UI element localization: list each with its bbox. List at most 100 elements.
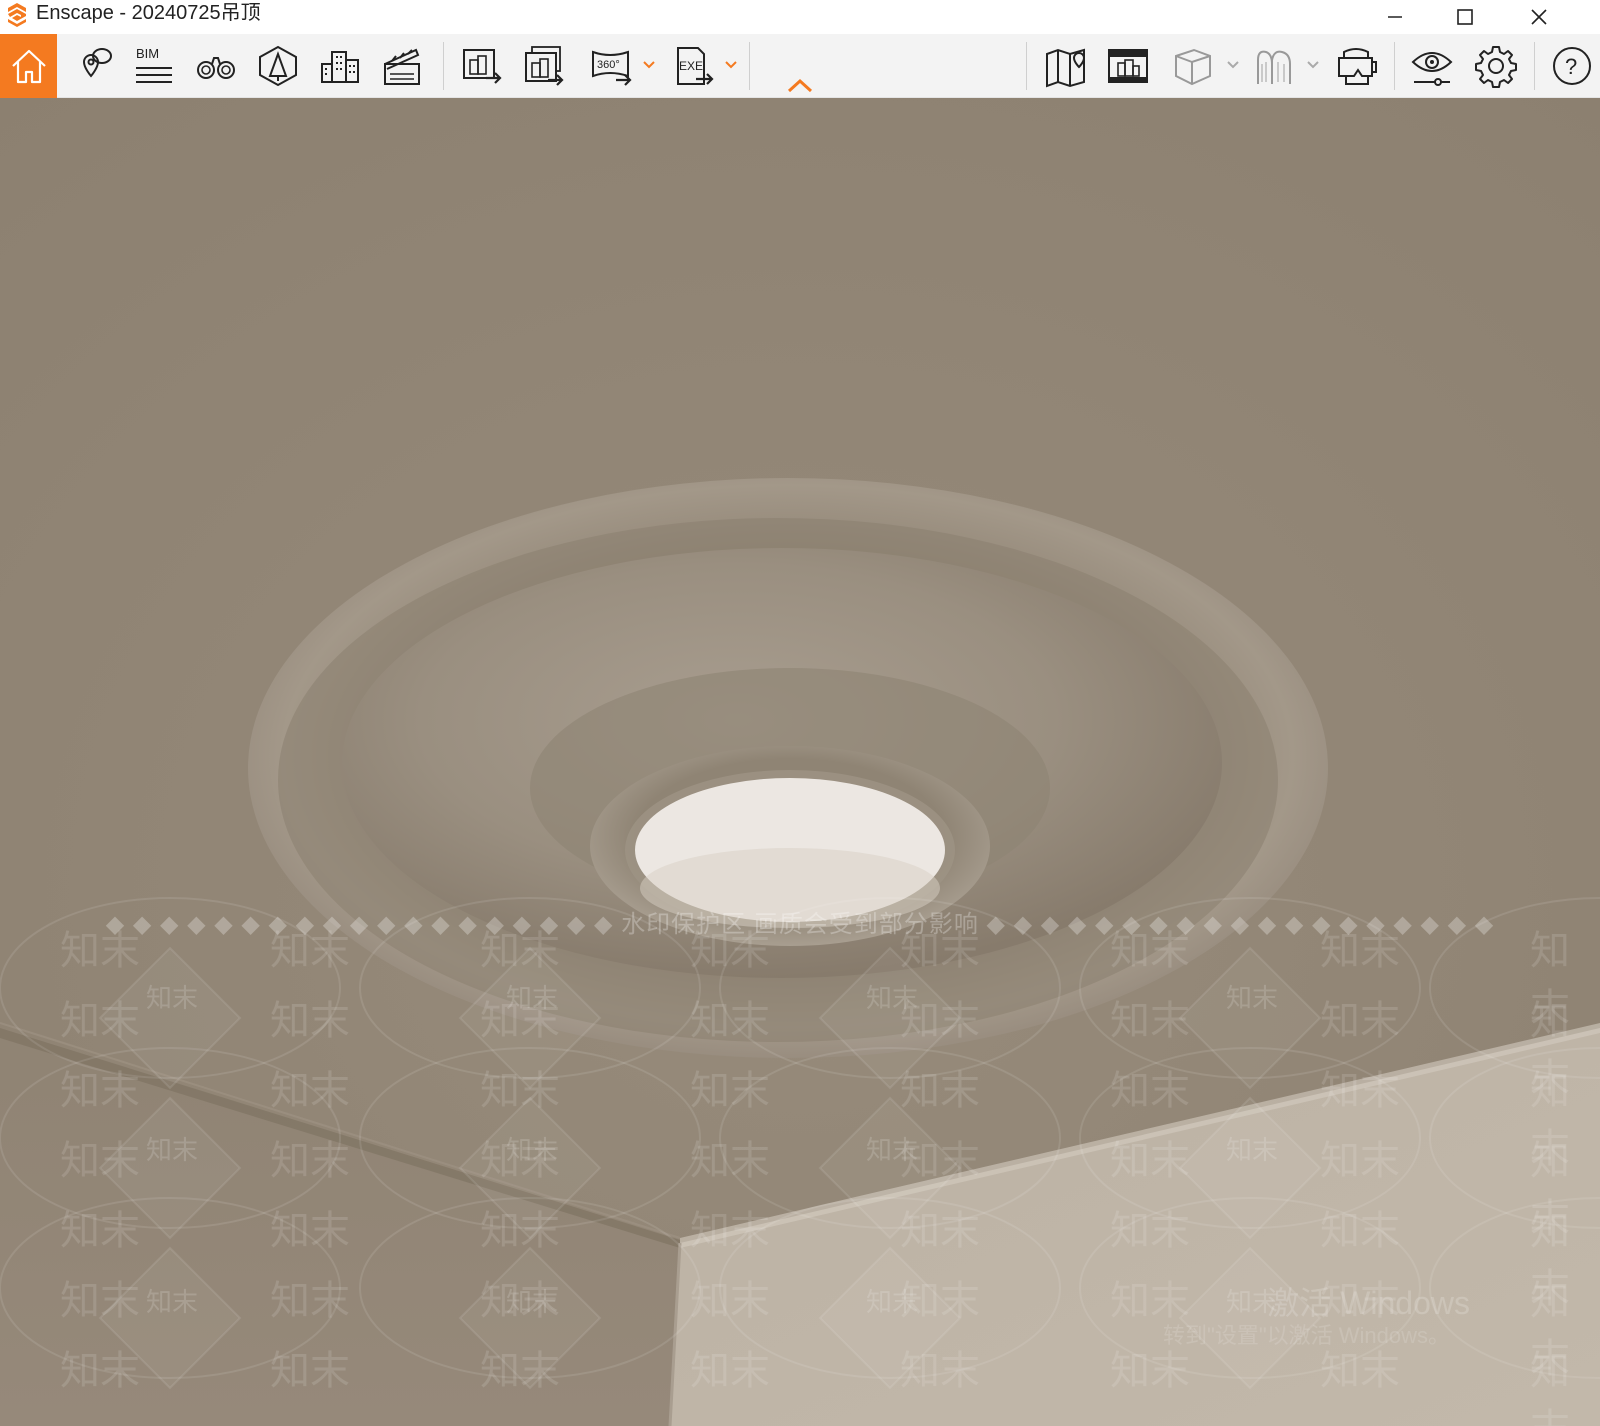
cube-button[interactable] — [1164, 34, 1220, 98]
activate-windows-hint: 转到"设置"以激活 Windows。 — [1163, 1323, 1450, 1348]
watermark-tile: 知末 — [1320, 1138, 1400, 1184]
svg-text:360°: 360° — [597, 59, 620, 71]
visual-settings-button[interactable] — [1404, 34, 1460, 98]
watermark-tile: 知末 — [480, 1208, 560, 1254]
watermark-tile-small: 知末 — [506, 1136, 559, 1166]
watermark-tile: 知末 — [60, 928, 140, 974]
panorama-360-icon: 360° — [592, 50, 632, 86]
watermark-tile: 知末 — [480, 1348, 560, 1394]
watermark-tile: 知末 — [690, 928, 770, 974]
watermark-tile: 知末 — [60, 1068, 140, 1114]
render-viewport[interactable]: ◆ ◆ ◆ ◆ ◆ ◆ ◆ ◆ ◆ ◆ ◆ ◆ ◆ ◆ ◆ ◆ ◆ ◆ ◆ 水印… — [0, 98, 1600, 1426]
watermark-tile: 知末 — [690, 998, 770, 1044]
help-button[interactable]: ? — [1544, 34, 1600, 98]
watermark-tile: 知末 — [1110, 1208, 1190, 1254]
batch-render-icon — [525, 46, 564, 86]
watermark-tile: 知末 — [690, 1348, 770, 1394]
svg-text:?: ? — [1565, 54, 1577, 79]
toolbar-separator — [749, 42, 750, 90]
watermark-tile-small: 知末 — [146, 984, 199, 1014]
gear-icon — [1475, 46, 1517, 88]
watermark-tile: 知末 — [480, 1068, 560, 1114]
watermark-tile: 知末 — [270, 1138, 350, 1184]
export-exe-button[interactable]: EXE — [666, 34, 722, 98]
toolbar-separator — [1394, 42, 1395, 90]
minimize-button[interactable] — [1360, 0, 1430, 34]
watermark-tile: 知末 — [1110, 1138, 1190, 1184]
watermark-tile-small: 知末 — [1226, 1136, 1279, 1166]
watermark-tile: 知末 — [270, 998, 350, 1044]
watermark-tile: 知末 — [270, 1208, 350, 1254]
watermark-tile: 知末 — [900, 1348, 980, 1394]
watermark-tile: 知末 — [900, 1208, 980, 1254]
views-button[interactable] — [66, 34, 122, 98]
watermark-tile: 知末 — [60, 1348, 140, 1394]
site-context-button[interactable] — [312, 34, 368, 98]
map-pin-views-icon — [82, 48, 112, 78]
walk-mode-button[interactable] — [188, 34, 244, 98]
minimize-icon — [1388, 16, 1402, 18]
close-button[interactable] — [1504, 0, 1574, 34]
material-button[interactable] — [1246, 34, 1302, 98]
export-exe-dropdown-icon[interactable] — [724, 58, 738, 72]
watermark-tile: 知末 — [270, 928, 350, 974]
binoculars-icon — [197, 57, 235, 79]
clapper-icon — [384, 48, 420, 85]
watermark-tile-small: 知末 — [866, 1288, 919, 1318]
wings-icon — [1257, 50, 1291, 84]
watermark-tile: 知末 — [690, 1068, 770, 1114]
maximize-button[interactable] — [1430, 0, 1500, 34]
toolbar-separator — [1534, 42, 1535, 90]
watermark-tile: 知末 — [1530, 1348, 1570, 1426]
buildings-icon — [321, 51, 359, 83]
batch-render-button[interactable] — [516, 34, 572, 98]
web-standalone-icon — [1108, 49, 1148, 83]
watermark-tile: 知末 — [1320, 1208, 1400, 1254]
close-icon — [1531, 9, 1547, 25]
material-dropdown-icon[interactable] — [1306, 58, 1320, 72]
maximize-icon — [1457, 9, 1473, 25]
home-button[interactable] — [0, 34, 57, 98]
window-title: Enscape - 20240725吊顶 — [36, 2, 261, 24]
watermark-tile-small: 知末 — [146, 1288, 199, 1318]
watermark-tile: 知末 — [1110, 998, 1190, 1044]
watermark-tile-small: 知末 — [506, 1288, 559, 1318]
cube-dropdown-icon[interactable] — [1226, 58, 1240, 72]
asset-library-button[interactable] — [250, 34, 306, 98]
watermark-tile-small: 知末 — [866, 984, 919, 1014]
web-standalone-button[interactable] — [1100, 34, 1156, 98]
collapse-toolbar-icon[interactable] — [786, 76, 814, 96]
watermark-tile: 知末 — [1110, 928, 1190, 974]
watermark-tile: 知末 — [60, 998, 140, 1044]
watermark-tile: 知末 — [60, 1138, 140, 1184]
watermark-tile-small: 知末 — [1226, 984, 1279, 1014]
map-button[interactable] — [1038, 34, 1094, 98]
watermark-tile: 知末 — [690, 1208, 770, 1254]
enscape-logo-icon — [8, 3, 26, 27]
watermark-tile: 知末 — [480, 928, 560, 974]
home-icon — [11, 49, 46, 84]
general-settings-button[interactable] — [1468, 34, 1524, 98]
panorama-dropdown-icon[interactable] — [642, 58, 656, 72]
video-editor-button[interactable] — [374, 34, 430, 98]
vr-headset-icon — [1338, 48, 1377, 85]
watermark-tile: 知末 — [60, 1208, 140, 1254]
watermark-tile: 知末 — [690, 1278, 770, 1324]
render-image-button[interactable] — [454, 34, 510, 98]
watermark-tile: 知末 — [60, 1278, 140, 1324]
asset-library-icon — [259, 45, 297, 87]
watermark-tile: 知末 — [1320, 928, 1400, 974]
map-icon — [1046, 48, 1086, 88]
watermark-tile: 知末 — [1320, 1068, 1400, 1114]
render-image-icon — [463, 49, 502, 84]
watermark-tile: 知末 — [270, 1278, 350, 1324]
watermark-tile: 知末 — [270, 1068, 350, 1114]
watermark-tile-small: 知末 — [866, 1136, 919, 1166]
bim-button[interactable]: BIM — [126, 34, 182, 98]
panorama-button[interactable]: 360° — [584, 34, 640, 98]
export-exe-icon: EXE — [677, 47, 714, 85]
watermark-tile: 知末 — [690, 1138, 770, 1184]
toolbar-separator — [1026, 42, 1027, 90]
vr-headset-button[interactable] — [1328, 34, 1384, 98]
eye-settings-icon — [1411, 52, 1453, 86]
